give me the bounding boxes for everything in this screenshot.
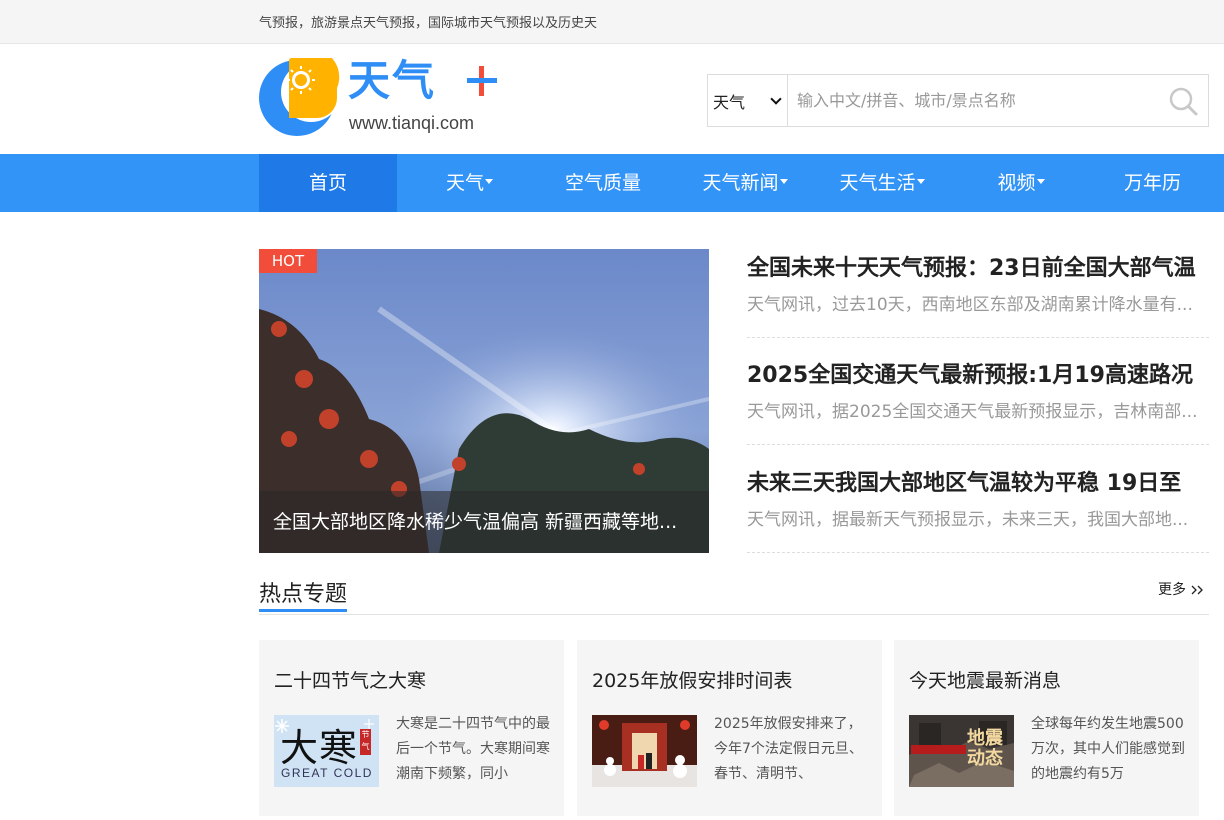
caret-down-icon [485, 179, 493, 184]
news-title[interactable]: 全国未来十天天气预报：23日前全国大部气温 [747, 252, 1209, 286]
search-type-value: 天气 [713, 92, 746, 112]
nav-item-video[interactable]: 视频 [960, 154, 1082, 212]
nav-item-weather-life[interactable]: 天气生活 [821, 154, 943, 212]
main-nav: 首页 天气 空气质量 天气新闻 天气生活 视频 万年历 [0, 154, 1224, 212]
topic-desc: 大寒是二十四节气中的最后一个节气。大寒期间寒潮南下频繁，同小 [396, 716, 550, 782]
nav-item-weather-news[interactable]: 天气新闻 [684, 154, 806, 212]
news-desc: 天气网讯，据最新天气预报显示，未来三天，我国大部地... [747, 510, 1189, 530]
search-icon[interactable] [1168, 86, 1198, 116]
nav-label: 视频 [997, 172, 1036, 194]
thumb-title: 地震动态 [967, 728, 1003, 769]
nav-item-calendar[interactable]: 万年历 [1100, 154, 1205, 212]
nav-label: 空气质量 [564, 172, 641, 194]
news-desc: 天气网讯，据2025全国交通天气最新预报显示，吉林南部... [747, 402, 1198, 422]
topic-card[interactable]: 2025年放假安排时间表 2025年放假安排来了，今年7个法定假日元旦、春节、清… [577, 640, 882, 816]
topic-title[interactable]: 2025年放假安排时间表 [592, 666, 792, 693]
topic-desc: 2025年放假安排来了，今年7个法定假日元旦、春节、清明节、 [714, 716, 863, 782]
nav-label: 万年历 [1123, 172, 1181, 194]
caret-down-icon [1036, 179, 1045, 184]
topic-thumbnail[interactable]: 地震动态 [909, 715, 1014, 787]
nav-label: 天气生活 [839, 172, 916, 194]
search-input[interactable]: 输入中文/拼音、城市/景点名称 [787, 74, 1209, 127]
caret-down-icon [779, 179, 788, 184]
thumb-subtitle: GREAT COLD [281, 766, 373, 780]
topic-card[interactable]: 今天地震最新消息 地震动态 全球每年约发生地震500万次，其中人们能感觉到的地震… [894, 640, 1199, 816]
holiday-photo [592, 715, 697, 787]
news-item[interactable]: 未来三天我国大部地区气温较为平稳 19日至 天气网讯，据最新天气预报显示，未来三… [747, 467, 1209, 553]
hero-news-image[interactable]: HOT 全国大部地区降水稀少气温偏高 新疆西藏等地... [259, 249, 709, 553]
chevron-down-icon [770, 93, 782, 105]
nav-item-weather[interactable]: 天气 [397, 154, 542, 212]
topic-thumbnail[interactable] [592, 715, 697, 787]
topic-title[interactable]: 今天地震最新消息 [909, 666, 1061, 693]
more-link[interactable]: 更多 [1158, 579, 1206, 599]
top-strip: 气预报，旅游景点天气预报，国际城市天气预报以及历史天 [0, 0, 1224, 44]
thumb-title: 大寒 [280, 726, 359, 770]
topic-thumbnail[interactable]: 大寒 节气 GREAT COLD [274, 715, 379, 787]
news-title[interactable]: 未来三天我国大部地区气温较为平稳 19日至 [747, 467, 1209, 501]
news-item[interactable]: 2025全国交通天气最新预报:1月19高速路况 天气网讯，据2025全国交通天气… [747, 359, 1209, 445]
news-desc: 天气网讯，过去10天，西南地区东部及湖南累计降水量有... [747, 295, 1193, 315]
nav-label: 首页 [308, 172, 347, 194]
hero-caption[interactable]: 全国大部地区降水稀少气温偏高 新疆西藏等地... [259, 491, 709, 553]
nav-label: 天气新闻 [702, 172, 779, 194]
search-type-select[interactable]: 天气 [707, 74, 788, 127]
nav-label: 天气 [445, 172, 484, 194]
more-label: 更多 [1158, 582, 1186, 598]
top-strip-text: 气预报，旅游景点天气预报，国际城市天气预报以及历史天 [259, 16, 598, 31]
topic-title[interactable]: 二十四节气之大寒 [274, 666, 426, 693]
thumb-seal: 节气 [360, 729, 371, 755]
caret-down-icon [916, 179, 925, 184]
section-title: 热点专题 [259, 578, 348, 612]
logo-text[interactable]: 天气 [348, 57, 436, 105]
hot-badge: HOT [259, 249, 317, 273]
news-title[interactable]: 2025全国交通天气最新预报:1月19高速路况 [747, 359, 1209, 393]
nav-item-home[interactable]: 首页 [259, 154, 397, 212]
news-item[interactable]: 全国未来十天天气预报：23日前全国大部气温 天气网讯，过去10天，西南地区东部及… [747, 252, 1209, 338]
topic-desc: 全球每年约发生地震500万次，其中人们能感觉到的地震约有5万 [1031, 716, 1185, 782]
double-chevron-right-icon [1191, 585, 1204, 595]
logo-url: www.tianqi.com [349, 113, 475, 133]
section-divider [259, 614, 1209, 615]
topic-card[interactable]: 二十四节气之大寒 大寒 节气 GREAT COLD 大寒是二十四节气中的最后一个… [259, 640, 564, 816]
nav-item-air-quality[interactable]: 空气质量 [542, 154, 664, 212]
